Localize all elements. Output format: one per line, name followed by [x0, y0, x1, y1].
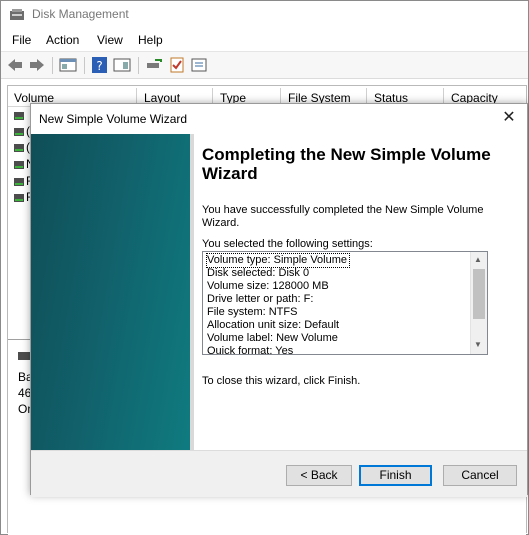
- console-tree-icon[interactable]: [59, 57, 77, 73]
- back-arrow-icon[interactable]: [6, 57, 24, 73]
- scroll-up-icon[interactable]: ▲: [474, 255, 482, 264]
- toolbar: ?: [1, 51, 528, 79]
- menu-view[interactable]: View: [97, 33, 123, 47]
- volume-drive-icon: [14, 178, 24, 186]
- settings-list-scrollbar[interactable]: ▲ ▼: [470, 252, 487, 354]
- checklist-icon[interactable]: [168, 57, 186, 73]
- title-bar: Disk Management: [1, 1, 528, 29]
- disk-icon: [18, 352, 30, 360]
- toolbar-separator: [138, 57, 139, 74]
- wizard-side-banner: [31, 134, 190, 450]
- menu-bar: File Action View Help: [1, 29, 528, 51]
- wizard-title-bar: New Simple Volume Wizard ✕: [31, 104, 527, 134]
- settings-list-item[interactable]: File system: NTFS: [207, 306, 297, 319]
- wizard-finish-hint: To close this wizard, click Finish.: [202, 375, 361, 387]
- disk-management-app-icon: [10, 9, 24, 20]
- settings-summary-list[interactable]: Volume type: Simple Volume Disk selected…: [202, 251, 488, 355]
- wizard-title: New Simple Volume Wizard: [39, 112, 188, 126]
- properties-icon[interactable]: [190, 57, 208, 73]
- settings-list-item[interactable]: Allocation unit size: Default: [207, 319, 339, 332]
- scroll-thumb[interactable]: [473, 269, 485, 319]
- wizard-intro-text: You have successfully completed the New …: [202, 204, 484, 229]
- show-pane-icon[interactable]: [113, 57, 131, 73]
- volume-drive-icon: [14, 112, 24, 120]
- settings-list-item[interactable]: Quick format: Yes: [207, 345, 293, 354]
- toolbar-separator: [52, 57, 53, 74]
- wizard-banner-divider: [190, 134, 194, 450]
- svg-text:?: ?: [96, 59, 102, 73]
- volume-drive-icon: [14, 128, 24, 136]
- cancel-button[interactable]: Cancel: [443, 465, 517, 486]
- volume-drive-icon: [14, 194, 24, 202]
- menu-action[interactable]: Action: [46, 33, 79, 47]
- help-icon[interactable]: ?: [91, 57, 109, 73]
- forward-arrow-icon[interactable]: [28, 57, 46, 73]
- toolbar-separator: [84, 57, 85, 74]
- new-simple-volume-wizard-dialog: New Simple Volume Wizard ✕ Completing th…: [30, 103, 528, 497]
- scroll-down-icon[interactable]: ▼: [474, 340, 482, 349]
- wizard-body: Completing the New Simple Volume Wizard …: [31, 134, 527, 450]
- volume-drive-icon: [14, 161, 24, 169]
- wizard-button-bar: < Back Finish Cancel: [31, 450, 527, 497]
- menu-help[interactable]: Help: [138, 33, 163, 47]
- wizard-heading: Completing the New Simple Volume Wizard: [202, 145, 491, 183]
- back-button[interactable]: < Back: [286, 465, 352, 486]
- settings-list-item[interactable]: Volume type: Simple Volume: [205, 253, 351, 268]
- close-icon[interactable]: ✕: [499, 108, 519, 128]
- settings-list-item[interactable]: Volume size: 128000 MB: [207, 280, 329, 293]
- connect-icon[interactable]: [145, 57, 163, 73]
- menu-file[interactable]: File: [12, 33, 31, 47]
- finish-button[interactable]: Finish: [359, 465, 432, 486]
- volume-drive-icon: [14, 144, 24, 152]
- window-title: Disk Management: [32, 7, 129, 21]
- wizard-settings-label: You selected the following settings:: [202, 238, 373, 250]
- settings-list-item[interactable]: Drive letter or path: F:: [207, 293, 313, 306]
- settings-list-item[interactable]: Disk selected: Disk 0: [207, 267, 309, 280]
- settings-list-item[interactable]: Volume label: New Volume: [207, 332, 338, 345]
